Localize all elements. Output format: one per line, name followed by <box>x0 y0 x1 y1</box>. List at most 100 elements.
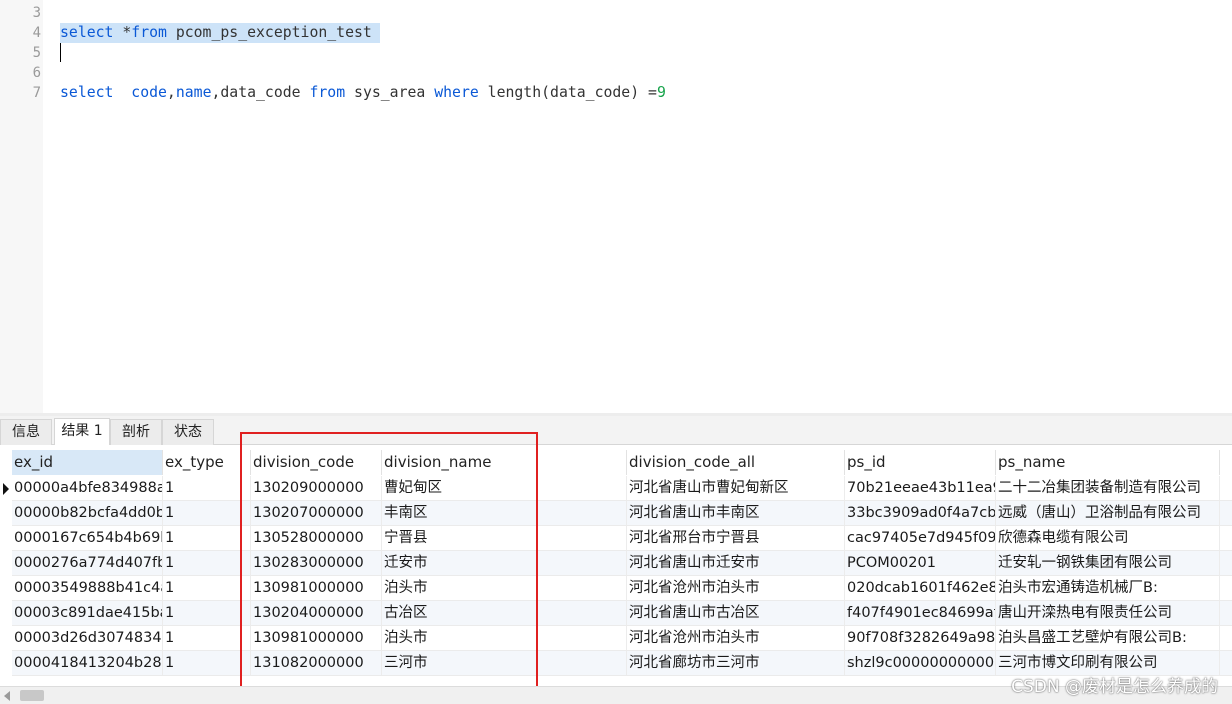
table-cell[interactable]: 唐山开滦热电有限责任公司 <box>996 601 1220 625</box>
table-cell[interactable]: 130981000000 <box>251 576 382 600</box>
table-cell[interactable]: 迁安轧一钢铁集团有限公司 <box>996 551 1220 575</box>
code-token: 9 <box>656 84 666 101</box>
table-cell[interactable]: 远威（唐山）卫浴制品有限公司 <box>996 501 1220 525</box>
table-cell[interactable]: f407f4901ec84699af <box>845 601 996 625</box>
table-cell[interactable]: 1 <box>163 626 251 650</box>
table-cell[interactable]: 0000276a774d407fb <box>12 551 163 575</box>
table-cell[interactable]: 泊头市 <box>382 626 627 650</box>
code-line[interactable]: select code,name,data_code from sys_area… <box>60 83 666 103</box>
row-selector-column <box>0 446 12 676</box>
table-cell[interactable]: 河北省唐山市曹妃甸新区 <box>627 476 845 500</box>
table-cell[interactable]: 丰南区 <box>382 501 627 525</box>
table-cell[interactable]: 河北省沧州市泊头市 <box>627 626 845 650</box>
table-cell[interactable]: 河北省廊坊市三河市 <box>627 651 845 675</box>
table-cell[interactable]: 00000a4bfe834988a <box>12 476 163 500</box>
table-cell[interactable]: 130283000000 <box>251 551 382 575</box>
line-number: 3 <box>32 5 41 21</box>
code-token: select <box>60 24 114 41</box>
table-cell[interactable]: 90f708f3282649a98 <box>845 626 996 650</box>
table-cell[interactable]: 1 <box>163 651 251 675</box>
table-cell[interactable]: 河北省唐山市古冶区 <box>627 601 845 625</box>
table-cell[interactable]: 1 <box>163 526 251 550</box>
column-header-division-code[interactable]: division_code <box>251 450 382 475</box>
column-header-division-code-all[interactable]: division_code_all <box>627 450 845 475</box>
table-cell[interactable]: 河北省唐山市丰南区 <box>627 501 845 525</box>
table-cell[interactable]: 33bc3909ad0f4a7cb <box>845 501 996 525</box>
table-row[interactable]: 00003c891dae415ba 1 130204000000 古冶区 河北省唐山市古… <box>12 601 1232 626</box>
table-cell[interactable]: 二十二冶集团装备制造有限公司 <box>996 476 1220 500</box>
line-number: 7 <box>32 85 41 101</box>
table-cell[interactable]: 020dcab1601f462e8 <box>845 576 996 600</box>
table-cell[interactable]: 00003d26d3074834 <box>12 626 163 650</box>
column-header-ex-type[interactable]: ex_type <box>163 450 251 475</box>
code-token: from <box>131 24 167 41</box>
table-cell[interactable]: PCOM00201 <box>845 551 996 575</box>
table-cell[interactable]: 泊头昌盛工艺壁炉有限公司B: <box>996 626 1220 650</box>
tab-info[interactable]: 信息 <box>0 419 52 445</box>
code-line[interactable]: select *from pcom_ps_exception_test <box>60 23 380 43</box>
table-cell[interactable]: 河北省唐山市迁安市 <box>627 551 845 575</box>
table-cell[interactable]: 1 <box>163 476 251 500</box>
table-cell[interactable]: 泊头市 <box>382 576 627 600</box>
table-row[interactable]: 00000b82bcfa4dd0b 1 130207000000 丰南区 河北省唐山市丰… <box>12 501 1232 526</box>
tab-result-1[interactable]: 结果 1 <box>54 418 110 445</box>
scrollbar-thumb[interactable] <box>20 690 44 701</box>
code-token: name <box>175 84 212 101</box>
tab-status[interactable]: 状态 <box>162 419 214 445</box>
table-cell[interactable]: 古冶区 <box>382 601 627 625</box>
column-header-ps-name[interactable]: ps_name <box>996 450 1220 475</box>
code-token: * <box>113 24 132 41</box>
table-cell[interactable]: 130209000000 <box>251 476 382 500</box>
sql-editor[interactable]: 34567 select *from pcom_ps_exception_tes… <box>0 0 1232 413</box>
table-cell[interactable]: 70b21eeae43b11ea9 <box>845 476 996 500</box>
code-token: ,data_code <box>211 84 310 101</box>
table-cell[interactable]: 河北省邢台市宁晋县 <box>627 526 845 550</box>
table-cell[interactable]: 130204000000 <box>251 601 382 625</box>
code-token: from <box>309 84 346 101</box>
line-number: 5 <box>32 45 41 61</box>
column-header-division-name[interactable]: division_name <box>382 450 627 475</box>
scroll-left-icon[interactable] <box>4 691 10 701</box>
table-cell[interactable]: 泊头市宏通铸造机械厂B: <box>996 576 1220 600</box>
table-cell[interactable]: 宁晋县 <box>382 526 627 550</box>
table-row[interactable]: 00000a4bfe834988a 1 130209000000 曹妃甸区 河北省唐山市… <box>12 476 1232 501</box>
code-token: pcom_ps_exception_test <box>166 24 372 41</box>
table-cell[interactable]: 0000167c654b4b69l <box>12 526 163 550</box>
table-cell[interactable]: 130981000000 <box>251 626 382 650</box>
table-row[interactable]: 0000276a774d407fb 1 130283000000 迁安市 河北省唐山市迁… <box>12 551 1232 576</box>
table-cell[interactable]: shzl9c00000000000 <box>845 651 996 675</box>
table-cell[interactable]: 1 <box>163 576 251 600</box>
line-number: 4 <box>32 25 41 41</box>
table-cell[interactable]: 欣德森电缆有限公司 <box>996 526 1220 550</box>
text-caret <box>60 43 61 62</box>
table-row[interactable]: 00003549888b41c4a 1 130981000000 泊头市 河北省沧州市泊… <box>12 576 1232 601</box>
table-row[interactable]: 0000167c654b4b69l 1 130528000000 宁晋县 河北省邢台市宁… <box>12 526 1232 551</box>
table-cell[interactable]: 三河市 <box>382 651 627 675</box>
table-cell[interactable]: 00003c891dae415ba <box>12 601 163 625</box>
table-cell[interactable]: 0000418413204b28l <box>12 651 163 675</box>
table-cell[interactable]: 河北省沧州市泊头市 <box>627 576 845 600</box>
tab-profile[interactable]: 剖析 <box>110 419 162 445</box>
code-token: select <box>60 84 114 101</box>
code-token: where <box>434 84 479 101</box>
table-cell[interactable]: 130207000000 <box>251 501 382 525</box>
table-cell[interactable]: 00000b82bcfa4dd0b <box>12 501 163 525</box>
result-grid[interactable]: ex_id ex_type division_code division_name di… <box>0 446 1232 686</box>
table-cell[interactable]: 1 <box>163 551 251 575</box>
table-cell[interactable]: cac97405e7d945f09 <box>845 526 996 550</box>
table-cell[interactable]: 00003549888b41c4a <box>12 576 163 600</box>
table-cell[interactable]: 130528000000 <box>251 526 382 550</box>
code-token: code <box>131 84 167 101</box>
table-cell[interactable]: 131082000000 <box>251 651 382 675</box>
table-cell[interactable]: 1 <box>163 501 251 525</box>
table-cell[interactable]: 迁安市 <box>382 551 627 575</box>
column-header-ex-id[interactable]: ex_id <box>12 450 163 475</box>
table-cell[interactable]: 曹妃甸区 <box>382 476 627 500</box>
watermark: CSDN @废材是怎么养成的 <box>1011 677 1218 697</box>
table-cell[interactable]: 1 <box>163 601 251 625</box>
table-row[interactable]: 00003d26d3074834 1 130981000000 泊头市 河北省沧州市泊头… <box>12 626 1232 651</box>
code-token: , <box>166 84 176 101</box>
column-header-ps-id[interactable]: ps_id <box>845 450 996 475</box>
code-token: length(data_code) = <box>478 84 657 101</box>
